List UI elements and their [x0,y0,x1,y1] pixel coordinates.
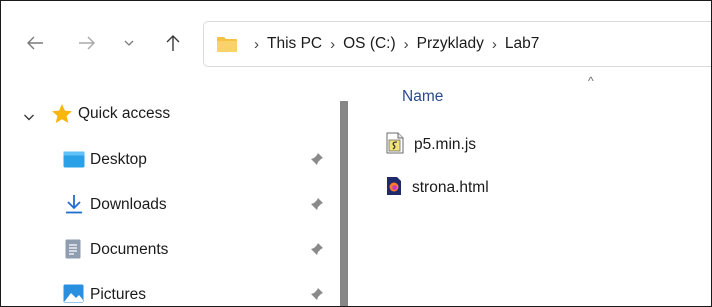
breadcrumb-przyklady[interactable]: Przyklady [417,35,484,53]
sidebar-item-documents[interactable]: Documents [1,234,341,266]
javascript-file-icon [386,132,404,159]
file-name: strona.html [412,179,489,196]
pictures-icon [63,284,84,306]
sidebar-scrollbar-thumb[interactable] [340,101,348,306]
sidebar-item-desktop[interactable]: Desktop [1,144,341,176]
forward-arrow-icon [79,36,95,50]
chevron-down-icon [124,40,134,46]
sidebar-item-quick-access[interactable]: Quick access [1,98,341,130]
sort-indicator[interactable]: ^ [588,74,594,88]
file-list: ^ Name p5.min.js strona.html [348,74,711,306]
sidebar-item-label: Downloads [90,196,167,213]
chevron-down-icon[interactable] [23,109,35,127]
breadcrumb-os-c[interactable]: OS (C:) [343,35,396,53]
breadcrumb-separator[interactable]: › [492,36,497,53]
document-icon [65,239,81,264]
up-arrow-icon [166,35,180,51]
pin-icon[interactable] [310,152,324,171]
desktop-icon [63,151,85,173]
sidebar-item-pictures[interactable]: Pictures [1,279,341,306]
star-icon [51,103,73,129]
navigation-bar: › This PC › OS (C:) › Przyklady › Lab7 [1,1,711,88]
breadcrumb-separator[interactable]: › [330,36,335,53]
navigation-pane: Quick access Desktop Downloads Documents… [1,88,348,306]
sidebar-item-label: Quick access [78,105,171,122]
sidebar-item-label: Documents [90,241,169,258]
firefox-html-file-icon [386,176,402,201]
address-bar[interactable]: › This PC › OS (C:) › Przyklady › Lab7 [203,21,711,67]
column-header-name[interactable]: Name [402,88,443,106]
breadcrumb-separator: › [254,35,259,53]
pin-icon[interactable] [310,287,324,306]
file-row[interactable]: strona.html [386,174,489,202]
sidebar-item-label: Desktop [90,151,147,168]
breadcrumb-this-pc[interactable]: This PC [267,35,322,53]
recent-locations-button[interactable] [117,31,141,55]
breadcrumb-separator[interactable]: › [404,36,409,53]
sidebar-item-label: Pictures [90,286,146,303]
forward-button[interactable] [75,31,99,55]
back-button[interactable] [23,31,47,55]
file-row[interactable]: p5.min.js [386,131,476,159]
download-arrow-icon [65,194,83,219]
up-button[interactable] [161,31,185,55]
folder-icon [216,35,238,53]
pin-icon[interactable] [310,242,324,261]
file-explorer-window: › This PC › OS (C:) › Przyklady › Lab7 Q… [0,0,712,307]
pin-icon[interactable] [310,197,324,216]
file-name: p5.min.js [414,136,477,153]
breadcrumb-lab7[interactable]: Lab7 [505,35,539,53]
back-arrow-icon [27,36,43,50]
sidebar-item-downloads[interactable]: Downloads [1,189,341,221]
